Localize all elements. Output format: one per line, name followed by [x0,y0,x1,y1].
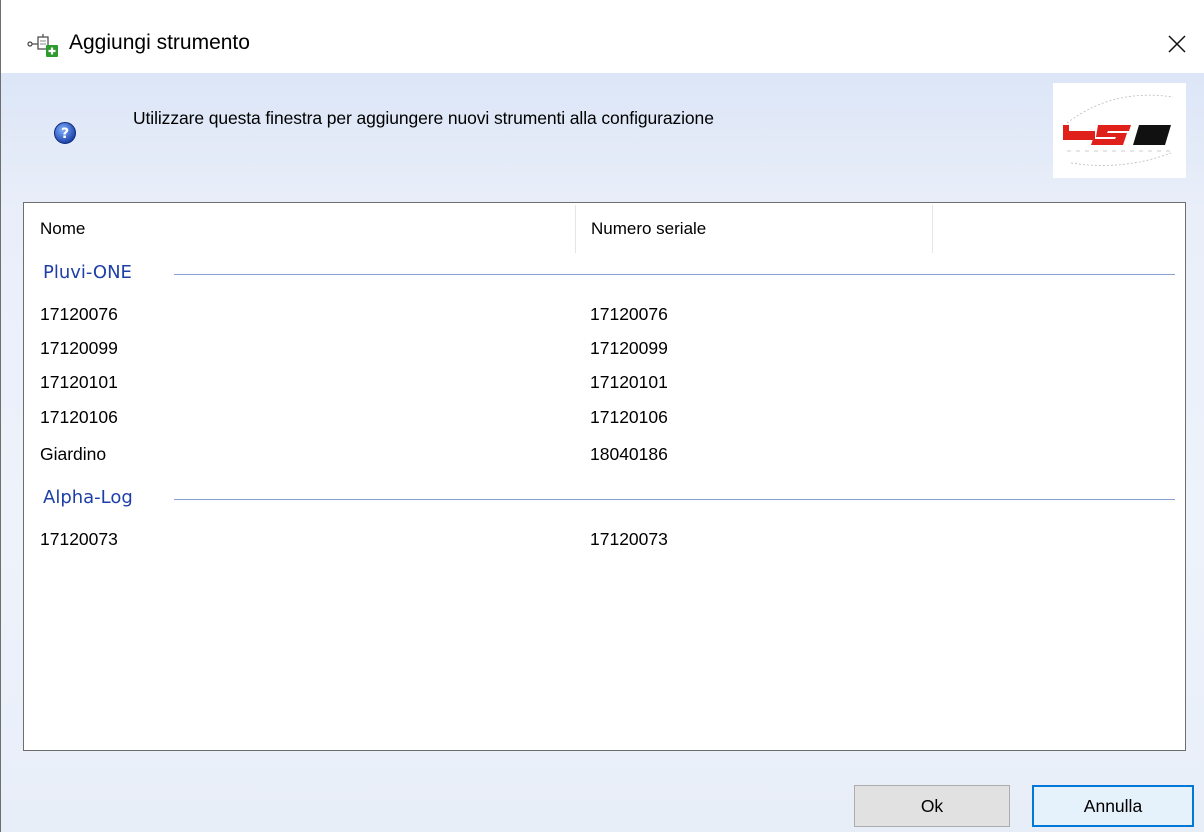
group-label: Alpha-Log [43,487,141,508]
item-name: 17120073 [40,529,118,549]
list-item[interactable]: 17120099 17120099 [24,331,1185,365]
close-icon [1168,35,1186,53]
column-divider[interactable] [932,205,933,253]
group-label: Pluvi-ONE [43,262,140,283]
item-serial: 17120073 [590,529,668,549]
item-serial: 17120106 [590,407,668,427]
item-serial: 17120101 [590,372,668,392]
dialog-window: Aggiungi strumento ? Utilizzare questa f… [0,0,1204,832]
info-text: Utilizzare questa finestra per aggiunger… [133,108,714,128]
group-separator-line [174,499,1175,500]
lsi-logo [1053,83,1186,178]
item-serial: 18040186 [590,444,668,464]
item-name: 17120076 [40,304,118,324]
item-name: 17120101 [40,372,118,392]
list-item[interactable]: 17120106 17120106 [24,400,1185,434]
list-item[interactable]: 17120073 17120073 [24,522,1185,556]
group-separator-line [174,274,1175,275]
window-title: Aggiungi strumento [69,31,250,54]
list-item[interactable]: 17120101 17120101 [24,365,1185,399]
list-item[interactable]: 17120076 17120076 [24,297,1185,331]
column-header-nome[interactable]: Nome [24,203,575,255]
title-bar[interactable]: Aggiungi strumento [1,0,1204,73]
add-instrument-icon [27,34,58,57]
item-serial: 17120076 [590,304,668,324]
group-header-alpha-log[interactable]: Alpha-Log [24,483,1185,513]
item-serial: 17120099 [590,338,668,358]
ok-button[interactable]: Ok [854,785,1010,827]
list-item[interactable]: Giardino 18040186 [24,437,1185,471]
svg-text:?: ? [61,126,69,142]
close-button[interactable] [1149,20,1204,68]
group-header-pluvi-one[interactable]: Pluvi-ONE [24,258,1185,288]
column-header-numero-seriale[interactable]: Numero seriale [575,203,932,255]
help-icon: ? [54,122,76,144]
item-name: 17120099 [40,338,118,358]
cancel-button[interactable]: Annulla [1032,785,1194,827]
list-header: Nome Numero seriale [24,203,1185,255]
dialog-client-area: ? Utilizzare questa finestra per aggiung… [1,73,1204,832]
instrument-list[interactable]: Nome Numero seriale Pluvi-ONE 17120076 1… [23,202,1186,751]
item-name: Giardino [40,444,107,464]
item-name: 17120106 [40,407,118,427]
